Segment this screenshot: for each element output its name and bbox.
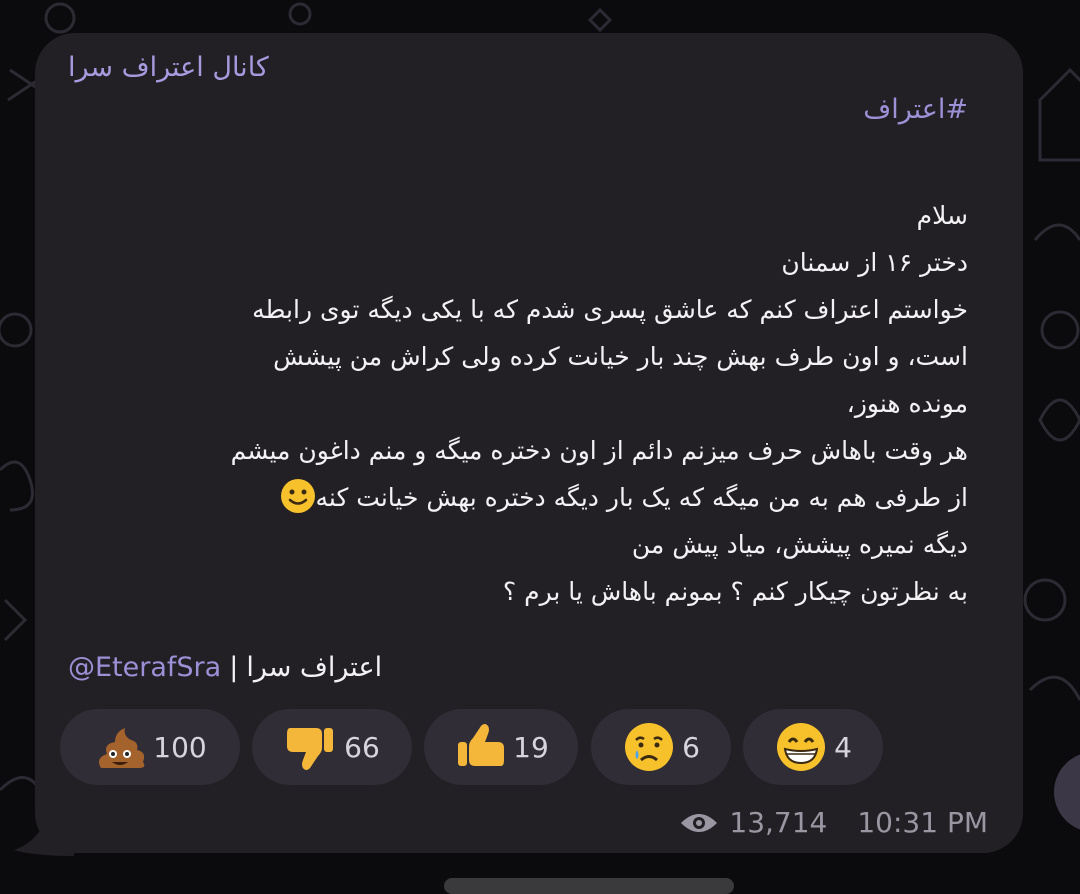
message-line: خواستم اعتراف کنم که عاشق پسری شدم که با… — [252, 295, 968, 324]
view-count: 13,714 — [729, 806, 828, 839]
message-line: هر وقت باهاش حرف میزنم دائم از اون دختره… — [230, 436, 968, 465]
eye-icon — [681, 813, 718, 832]
message-line: به نظرتون چیکار کنم ؟ بمونم باهاش یا برم… — [502, 577, 968, 606]
signature-name: اعتراف سرا — [246, 652, 383, 683]
message-line: مونده هنوز، — [846, 389, 968, 418]
message-line-with-emoji: از طرفی هم به من میگه که یک بار دیگه دخت… — [88, 474, 968, 521]
message-meta: 13,714 10:31 PM — [679, 806, 988, 839]
slightly-smiling-face-icon — [280, 479, 315, 513]
message-text: سلام دختر ۱۶ از سمنان خواستم اعتراف کنم … — [88, 192, 968, 615]
reaction-count: 19 — [513, 730, 549, 764]
message-line: از طرفی هم به من میگه که یک بار دیگه دخت… — [315, 483, 969, 512]
channel-handle-link[interactable]: @EterafSra — [68, 652, 221, 683]
reaction-poo[interactable]: 100 — [60, 709, 240, 785]
scroll-handle[interactable] — [444, 878, 734, 894]
reaction-count: 6 — [682, 730, 700, 764]
message-time: 10:31 PM — [857, 806, 988, 839]
signature-separator: | — [229, 652, 239, 683]
crying-face-icon — [625, 723, 674, 771]
reaction-thumbs-up[interactable]: 19 — [424, 709, 578, 785]
thumbs-up-icon — [458, 724, 505, 766]
signature: @EterafSra | اعتراف سرا — [68, 652, 382, 683]
poo-icon — [99, 728, 145, 768]
thumbs-down-icon — [287, 728, 334, 770]
message-line: است، و اون طرف بهش چند بار خیانت کرده ول… — [273, 342, 968, 371]
reaction-count: 100 — [153, 730, 207, 764]
channel-name[interactable]: کانال اعتراف سرا — [68, 52, 269, 83]
message-line: سلام — [916, 201, 968, 230]
message-line: دختر ۱۶ از سمنان — [781, 248, 968, 277]
reaction-count: 66 — [344, 730, 380, 764]
share-button[interactable] — [1054, 752, 1080, 832]
reaction-count: 4 — [834, 730, 852, 764]
grinning-face-icon — [777, 723, 826, 771]
message-line: دیگه نمیره پیشش، میاد پیش من — [631, 530, 968, 559]
hashtag-link[interactable]: #اعتراف — [863, 94, 968, 125]
reaction-thumbs-down[interactable]: 66 — [252, 709, 412, 785]
reaction-crying[interactable]: 6 — [591, 709, 731, 785]
reaction-grinning[interactable]: 4 — [743, 709, 883, 785]
